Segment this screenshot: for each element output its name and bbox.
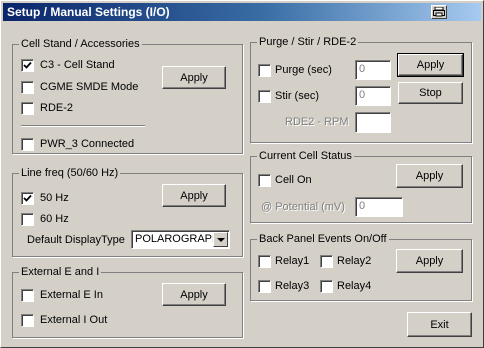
- cgme-label: CGME SMDE Mode: [40, 81, 139, 93]
- display-type-value: POLAROGRAPHY: [135, 233, 213, 245]
- stop-button[interactable]: Stop: [398, 82, 463, 104]
- purge-checkbox[interactable]: [258, 64, 271, 77]
- relay4-label: Relay4: [337, 280, 372, 292]
- checkmark-icon: [23, 61, 32, 69]
- purge-label: Purge (sec): [275, 64, 332, 76]
- external-title: External E and I: [19, 266, 102, 278]
- hz50-label: 50 Hz: [40, 192, 69, 204]
- c3-checkbox[interactable]: [21, 59, 34, 72]
- cgme-checkbox[interactable]: [21, 81, 34, 94]
- cell-stand-group: Cell Stand / Accessories C3 - Cell Stand…: [12, 38, 243, 154]
- relay1-checkbox[interactable]: [258, 255, 271, 268]
- hz60-checkbox[interactable]: [21, 213, 34, 226]
- line-freq-group: Line freq (50/60 Hz) 50 Hz 60 Hz Default…: [12, 167, 243, 257]
- cell-status-apply-button[interactable]: Apply: [396, 164, 463, 188]
- external-e-in-label: External E In: [40, 289, 103, 301]
- rde2-label: RDE-2: [40, 102, 74, 114]
- system-button[interactable]: [431, 5, 447, 19]
- exit-button[interactable]: Exit: [407, 312, 472, 337]
- line-freq-apply-button[interactable]: Apply: [162, 184, 226, 207]
- relay3-checkbox[interactable]: [258, 280, 271, 293]
- cell-on-checkbox[interactable]: [258, 174, 271, 187]
- relay4-checkbox[interactable]: [320, 280, 333, 293]
- dropdown-button[interactable]: [213, 232, 228, 247]
- cell-stand-separator: [21, 125, 145, 127]
- external-i-out-checkbox[interactable]: [21, 314, 34, 327]
- checkmark-icon: [23, 194, 32, 202]
- stir-seconds-input[interactable]: 0: [355, 86, 391, 106]
- relay3-label: Relay3: [275, 280, 310, 292]
- back-panel-title: Back Panel Events On/Off: [257, 233, 389, 245]
- rpm-input[interactable]: [355, 112, 391, 133]
- cell-on-label: Cell On: [275, 174, 312, 186]
- hz50-checkbox[interactable]: [21, 192, 34, 205]
- external-e-in-checkbox[interactable]: [21, 289, 34, 302]
- c3-label: C3 - Cell Stand: [40, 59, 115, 71]
- rde2-checkbox[interactable]: [21, 102, 34, 115]
- stir-label: Stir (sec): [275, 90, 319, 102]
- external-i-out-label: External I Out: [40, 314, 108, 326]
- relay2-checkbox[interactable]: [320, 255, 333, 268]
- line-freq-title: Line freq (50/60 Hz): [19, 167, 121, 179]
- pwr3-checkbox[interactable]: [21, 138, 34, 151]
- potential-label: @ Potential (mV): [261, 201, 345, 213]
- external-group: External E and I External E In External …: [12, 266, 243, 338]
- display-type-label: Default DisplayType: [27, 234, 125, 246]
- stir-checkbox[interactable]: [258, 90, 271, 103]
- purge-group: Purge / Stir / RDE-2 Purge (sec) 0 Stir …: [250, 36, 472, 143]
- cell-stand-apply-button[interactable]: Apply: [162, 66, 226, 89]
- cell-status-title: Current Cell Status: [257, 150, 354, 162]
- external-apply-button[interactable]: Apply: [162, 283, 226, 306]
- chevron-down-icon: [217, 238, 225, 242]
- back-panel-group: Back Panel Events On/Off Relay1 Relay2 R…: [250, 233, 472, 301]
- purge-apply-button[interactable]: Apply: [397, 53, 464, 77]
- relay2-label: Relay2: [337, 255, 372, 267]
- purge-seconds-input[interactable]: 0: [355, 60, 391, 80]
- hz60-label: 60 Hz: [40, 213, 69, 225]
- cell-stand-title: Cell Stand / Accessories: [19, 38, 142, 50]
- pwr3-label: PWR_3 Connected: [40, 138, 135, 150]
- settings-window: Setup / Manual Settings (I/O) Cell Stand…: [0, 0, 484, 348]
- rpm-label: RDE2 - RPM: [285, 116, 349, 128]
- potential-input[interactable]: 0: [355, 197, 403, 217]
- title-bar: Setup / Manual Settings (I/O): [3, 3, 481, 21]
- purge-title: Purge / Stir / RDE-2: [257, 36, 359, 48]
- printer-icon: [433, 7, 445, 17]
- display-type-select[interactable]: POLAROGRAPHY: [131, 230, 230, 249]
- cell-status-group: Current Cell Status Cell On @ Potential …: [250, 150, 472, 223]
- relay1-label: Relay1: [275, 255, 310, 267]
- window-title: Setup / Manual Settings (I/O): [7, 5, 170, 19]
- back-panel-apply-button[interactable]: Apply: [396, 249, 463, 273]
